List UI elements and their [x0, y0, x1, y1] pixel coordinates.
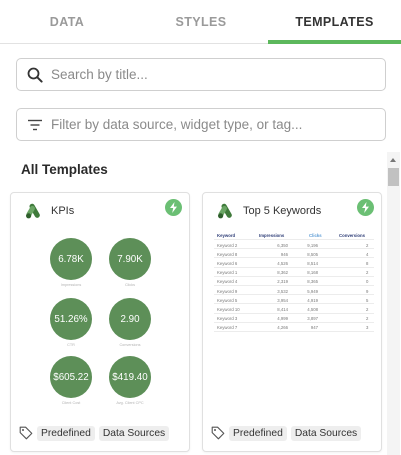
filter-box	[16, 108, 386, 141]
table-cell: 3,532	[277, 288, 288, 294]
lightning-bolt-icon	[357, 199, 374, 216]
tab-styles[interactable]: STYLES	[134, 0, 268, 44]
table-cell: Keyword 5	[217, 297, 238, 303]
table-header-cell: Impressions	[259, 232, 285, 238]
tag-icon	[211, 426, 225, 440]
kpi-circle: 51.26%	[50, 298, 92, 340]
kpi-circle: $419.40	[109, 356, 151, 398]
table-cell: Keyword 9	[217, 288, 238, 294]
tag-icon	[19, 426, 33, 440]
template-card-top-5-keywords[interactable]: Top 5 Keywords Keyword Impressions Click…	[202, 192, 382, 452]
table-cell: 3,954	[277, 297, 288, 303]
section-title: All Templates	[21, 162, 108, 177]
table-cell: 4,919	[307, 297, 318, 303]
filter-input[interactable]	[51, 117, 371, 132]
kpi-label: Clicks	[124, 283, 136, 287]
table-cell: 2,319	[277, 279, 288, 285]
kpi-circle: 6.78K	[50, 238, 92, 280]
template-card-kpis[interactable]: KPIs 6.78K Impressions 7.90K Clicks 51.2…	[10, 192, 190, 452]
kpi-circle: $605.22	[50, 356, 92, 398]
scrollbar-thumb[interactable]	[388, 168, 399, 186]
table-row: Keyword 8 946 8,505 4	[214, 249, 374, 259]
table-cell: 4,508	[307, 306, 318, 312]
table-row: Keyword 9 3,532 5,949 9	[214, 286, 374, 296]
tab-templates[interactable]: TEMPLATES	[268, 0, 401, 44]
tag-data-sources[interactable]: Data Sources	[98, 425, 170, 441]
table-cell: Keyword 8	[217, 251, 238, 257]
card-title: Top 5 Keywords	[243, 205, 322, 217]
search-icon[interactable]	[19, 59, 51, 90]
kpi-label: Avg. Client CPC	[116, 401, 144, 405]
table-header-cell: Clicks	[309, 232, 322, 238]
table-cell: 6,350	[277, 242, 288, 248]
table-row: Keyword 3 4,999 3,897 2	[214, 314, 374, 323]
kpi-circle: 2.90	[109, 298, 151, 340]
filter-lines-icon[interactable]	[19, 109, 51, 140]
table-cell: Keyword 7	[217, 325, 238, 331]
tab-data[interactable]: DATA	[0, 0, 134, 44]
tab-bar: DATA STYLES TEMPLATES	[0, 0, 401, 44]
table-row: Keyword 7 4,266 947 3	[214, 323, 374, 332]
table-cell: Keyword 6	[217, 260, 238, 266]
table-cell: Keyword 2	[217, 242, 238, 248]
card-header: Top 5 Keywords	[217, 201, 321, 221]
table-cell: 8,362	[277, 270, 288, 276]
table-cell: 8,365	[307, 279, 318, 285]
kpi-circle: 7.90K	[109, 238, 151, 280]
card-header: KPIs	[25, 201, 74, 221]
table-cell: 4,526	[277, 260, 288, 266]
table-cell: 947	[310, 325, 318, 331]
table-cell: 8,505	[307, 251, 318, 257]
table-row: Keyword 10 8,414 4,508 2	[214, 304, 374, 314]
table-header-cell: Conversions	[339, 232, 366, 238]
tag-predefined[interactable]: Predefined	[229, 425, 287, 441]
table-cell: Keyword 3	[217, 316, 238, 322]
table-cell: Keyword 10	[217, 306, 240, 312]
active-tab-indicator	[268, 40, 401, 44]
lightning-bolt-icon	[165, 199, 182, 216]
table-row: Keyword 4 2,319 8,365 0	[214, 277, 374, 286]
table-row: Keyword 2 6,350 9,196 2	[214, 240, 374, 250]
table-cell: 8,414	[277, 306, 288, 312]
table-row: Keyword 5 3,954 4,919 5	[214, 295, 374, 305]
kpi-label: Conversions	[119, 343, 141, 347]
keywords-table: Keyword Impressions Clicks Conversions K…	[214, 230, 374, 332]
tag-predefined[interactable]: Predefined	[37, 425, 95, 441]
table-cell: 8,168	[307, 270, 318, 276]
table-cell: 3,897	[307, 316, 318, 322]
table-cell: Keyword 1	[217, 270, 238, 276]
table-cell: 8,514	[307, 260, 318, 266]
scrollbar[interactable]	[387, 152, 400, 455]
table-cell: 5,949	[307, 288, 318, 294]
google-ads-logo-icon	[26, 203, 40, 219]
card-footer: Predefined Data Sources	[211, 425, 362, 441]
table-header: Keyword Impressions Clicks Conversions	[214, 230, 374, 240]
table-cell: Keyword 4	[217, 279, 238, 285]
table-row: Keyword 1 8,362 8,168 2	[214, 268, 374, 277]
card-title: KPIs	[51, 205, 75, 217]
table-cell: 9,196	[307, 242, 318, 248]
table-cell: 946	[280, 251, 288, 257]
google-ads-logo-icon	[218, 203, 232, 219]
search-input[interactable]	[51, 67, 371, 82]
table-cell: 4,999	[277, 316, 288, 322]
table-header-cell: Keyword	[217, 232, 236, 238]
card-footer: Predefined Data Sources	[19, 425, 170, 441]
table-row: Keyword 6 4,526 8,514 8	[214, 258, 374, 268]
tag-data-sources[interactable]: Data Sources	[290, 425, 362, 441]
table-cell: 4,266	[277, 325, 288, 331]
search-box	[16, 58, 386, 91]
scroll-up-arrow-icon[interactable]	[390, 158, 396, 162]
